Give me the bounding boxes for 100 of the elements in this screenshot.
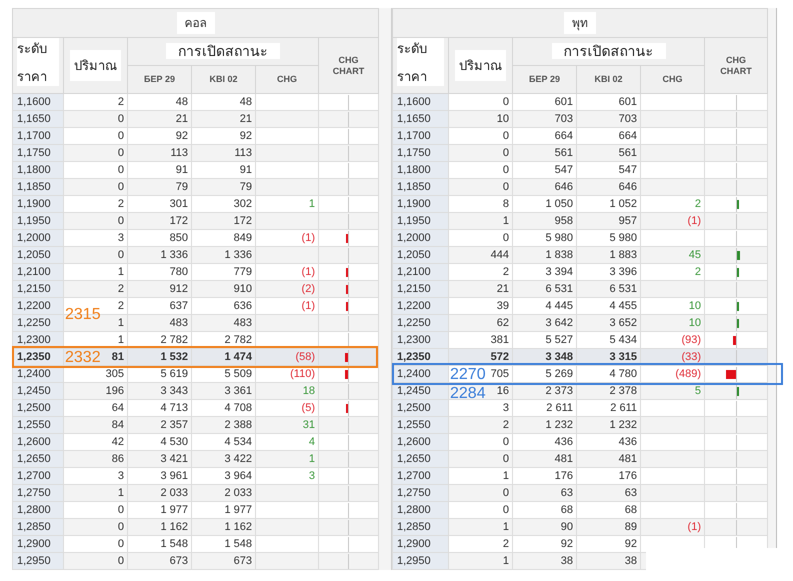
table-cell: 636 bbox=[234, 300, 252, 312]
table-cell: 4 455 bbox=[609, 300, 637, 312]
table-cell: 1 bbox=[502, 554, 509, 566]
table-cell: 0 bbox=[502, 164, 509, 176]
table-cell: 481 bbox=[554, 452, 573, 464]
table-cell: 1,2050 bbox=[397, 248, 431, 260]
table-cell: 436 bbox=[618, 436, 637, 448]
table-cell: 1 bbox=[118, 486, 124, 498]
table-cell: 2 bbox=[502, 418, 509, 430]
table-cell: 0 bbox=[118, 146, 124, 158]
column-header: CHG bbox=[338, 54, 358, 66]
table-cell: 62 bbox=[496, 316, 509, 328]
table-cell: 1 bbox=[502, 520, 509, 532]
table-cell: 1,2500 bbox=[397, 402, 431, 414]
table-cell: 2 611 bbox=[546, 402, 573, 414]
table-cell: 0 bbox=[118, 538, 124, 550]
table-cell: 0 bbox=[502, 96, 509, 108]
table-cell: 0 bbox=[118, 554, 124, 566]
table-cell: 1,1800 bbox=[397, 164, 431, 176]
table-cell: 1,2900 bbox=[17, 538, 51, 550]
scrollbar[interactable] bbox=[378, 8, 392, 570]
table-cell: 547 bbox=[618, 164, 637, 176]
table-cell: 39 bbox=[496, 300, 509, 312]
table-cell: 483 bbox=[234, 316, 252, 328]
table-cell: 1 336 bbox=[224, 248, 252, 260]
table-cell: 1,1750 bbox=[17, 146, 51, 158]
table-cell: 42 bbox=[112, 436, 124, 448]
table-cell: 4 bbox=[308, 436, 315, 448]
table-cell: 1,2300 bbox=[397, 334, 431, 346]
table-cell: 1,1900 bbox=[17, 198, 51, 210]
column-header: การเปิดสถานะ bbox=[552, 43, 666, 59]
table-cell: 561 bbox=[554, 146, 573, 158]
table-cell: 957 bbox=[618, 214, 637, 226]
table-cell: 64 bbox=[112, 402, 124, 414]
table-cell: 1 548 bbox=[224, 538, 252, 550]
table-cell: 0 bbox=[502, 146, 509, 158]
table-cell: 1,2850 bbox=[397, 520, 431, 532]
table-cell: 3 361 bbox=[224, 384, 252, 396]
table-cell: 79 bbox=[240, 180, 252, 192]
table-cell: 68 bbox=[624, 504, 637, 516]
table-cell: 1 232 bbox=[609, 418, 637, 430]
column-header: KBI 02 bbox=[594, 74, 622, 84]
table-cell: 2 bbox=[118, 96, 124, 108]
table-cell: 4 708 bbox=[224, 402, 252, 414]
table-cell: 2 373 bbox=[545, 384, 573, 396]
table-cell: (1) bbox=[302, 266, 315, 278]
table-cell: 172 bbox=[170, 214, 188, 226]
table-cell: 673 bbox=[234, 554, 252, 566]
column-header: БЕР 29 bbox=[529, 74, 560, 84]
table-cell: (489) bbox=[675, 368, 701, 380]
table-cell: 3 bbox=[118, 232, 124, 244]
annotation-text: 2315 bbox=[65, 307, 101, 323]
table-cell: 0 bbox=[502, 232, 509, 244]
table-cell: 780 bbox=[170, 266, 188, 278]
table-cell: 5 509 bbox=[224, 368, 252, 380]
table-cell: 6 531 bbox=[609, 282, 637, 294]
table-cell: 1,2950 bbox=[17, 554, 51, 566]
table-cell: (2) bbox=[302, 282, 315, 294]
annotation-text: 2332 bbox=[65, 350, 101, 366]
table-cell: 4 713 bbox=[160, 402, 188, 414]
table-cell: 1 050 bbox=[545, 198, 573, 210]
table-cell: 89 bbox=[624, 520, 637, 532]
table-title: คอล bbox=[176, 12, 214, 34]
table-cell: 1,2100 bbox=[397, 266, 431, 278]
table-cell: 1,2500 bbox=[17, 402, 51, 414]
table-cell: 779 bbox=[234, 266, 252, 278]
table-cell: 176 bbox=[554, 470, 573, 482]
table-cell: 4 445 bbox=[545, 300, 573, 312]
table-cell: 1,1800 bbox=[17, 164, 51, 176]
column-header: KBI 02 bbox=[209, 74, 238, 84]
column-header: ราคา bbox=[17, 68, 48, 86]
table-cell: 601 bbox=[554, 96, 573, 108]
table-cell: 63 bbox=[560, 486, 573, 498]
table-cell: (110) bbox=[290, 368, 315, 380]
table-cell: 1,2600 bbox=[397, 436, 431, 448]
table-cell: 1,2850 bbox=[17, 520, 51, 532]
table-cell: 1,2000 bbox=[397, 232, 431, 244]
table-cell: 4 534 bbox=[224, 436, 252, 448]
column-header: БЕР 29 bbox=[144, 74, 175, 84]
annotation-text: 2270 bbox=[450, 367, 486, 383]
table-cell: 1,1600 bbox=[397, 96, 431, 108]
table-cell: 912 bbox=[170, 282, 188, 294]
table-cell: 0 bbox=[502, 452, 509, 464]
column-header: ปริมาณ bbox=[455, 50, 506, 81]
table-cell: 38 bbox=[560, 554, 573, 566]
table-cell: 0 bbox=[502, 486, 509, 498]
table-cell: (1) bbox=[302, 232, 315, 244]
table-cell: 90 bbox=[560, 520, 573, 532]
table-cell: 1 bbox=[118, 266, 124, 278]
table-cell: 1,2800 bbox=[397, 504, 431, 516]
table-cell: 3 394 bbox=[545, 266, 573, 278]
table-cell: 92 bbox=[176, 130, 188, 142]
table-cell: 3 348 bbox=[545, 350, 573, 362]
column-header: ระดับ bbox=[17, 40, 48, 58]
table-cell: 301 bbox=[170, 198, 188, 210]
table-cell: (1) bbox=[302, 300, 315, 312]
table-cell: 4 530 bbox=[160, 436, 188, 448]
table-cell: 1,2400 bbox=[17, 368, 51, 380]
table-cell: 1,2700 bbox=[17, 470, 51, 482]
table-cell: 1,2350 bbox=[397, 350, 431, 362]
